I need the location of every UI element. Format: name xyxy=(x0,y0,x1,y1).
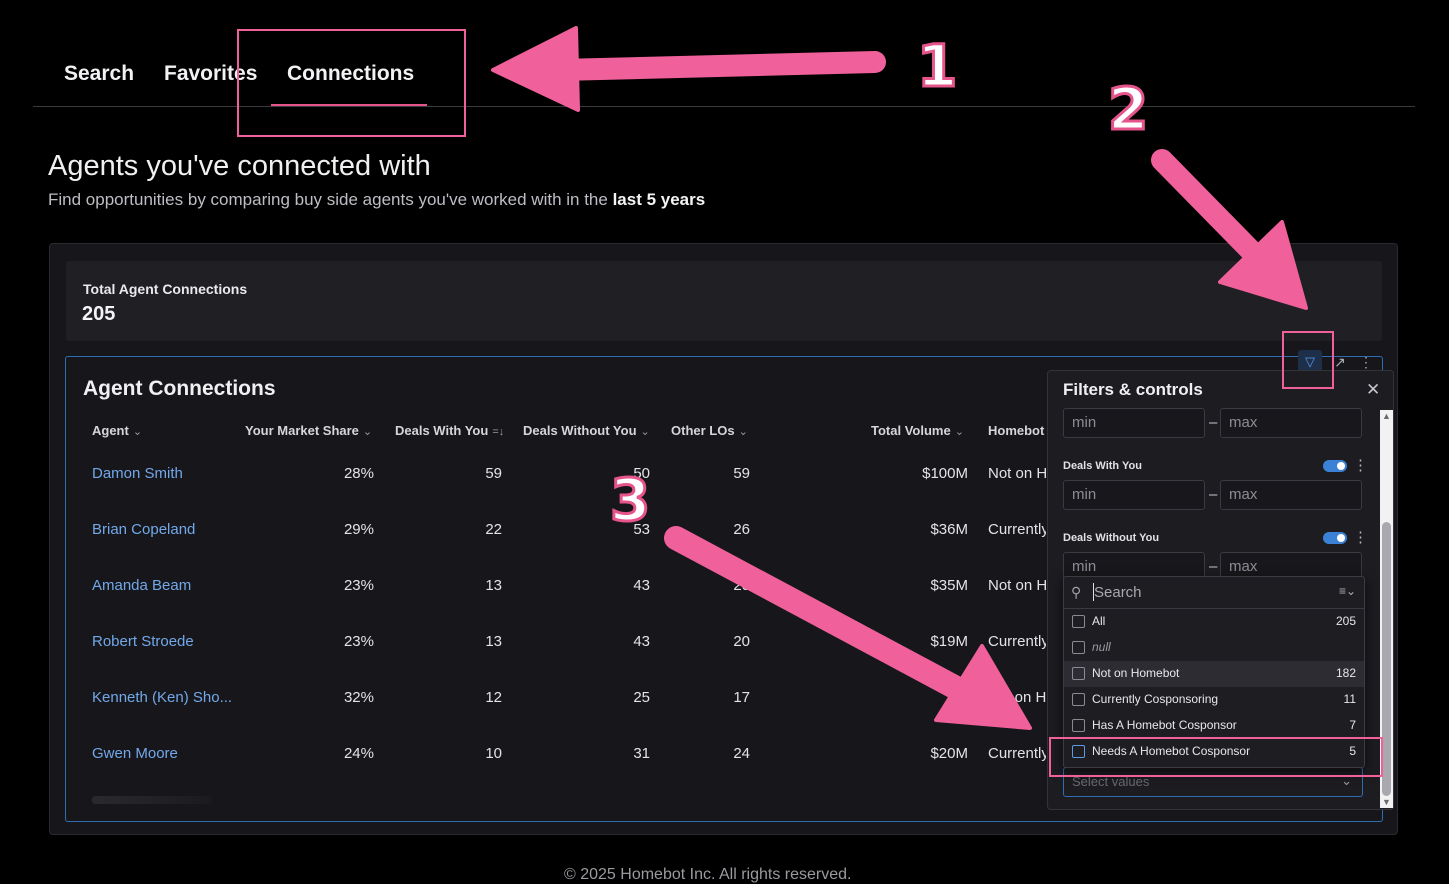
annotation-arrows xyxy=(491,26,1308,730)
arrow-2 xyxy=(1151,149,1308,310)
step-number-3: 3 xyxy=(608,465,651,536)
step-number-1: 1 xyxy=(915,31,958,102)
arrow-3 xyxy=(664,526,1032,730)
arrow-1 xyxy=(491,26,886,112)
step-number-2: 2 xyxy=(1106,74,1149,145)
